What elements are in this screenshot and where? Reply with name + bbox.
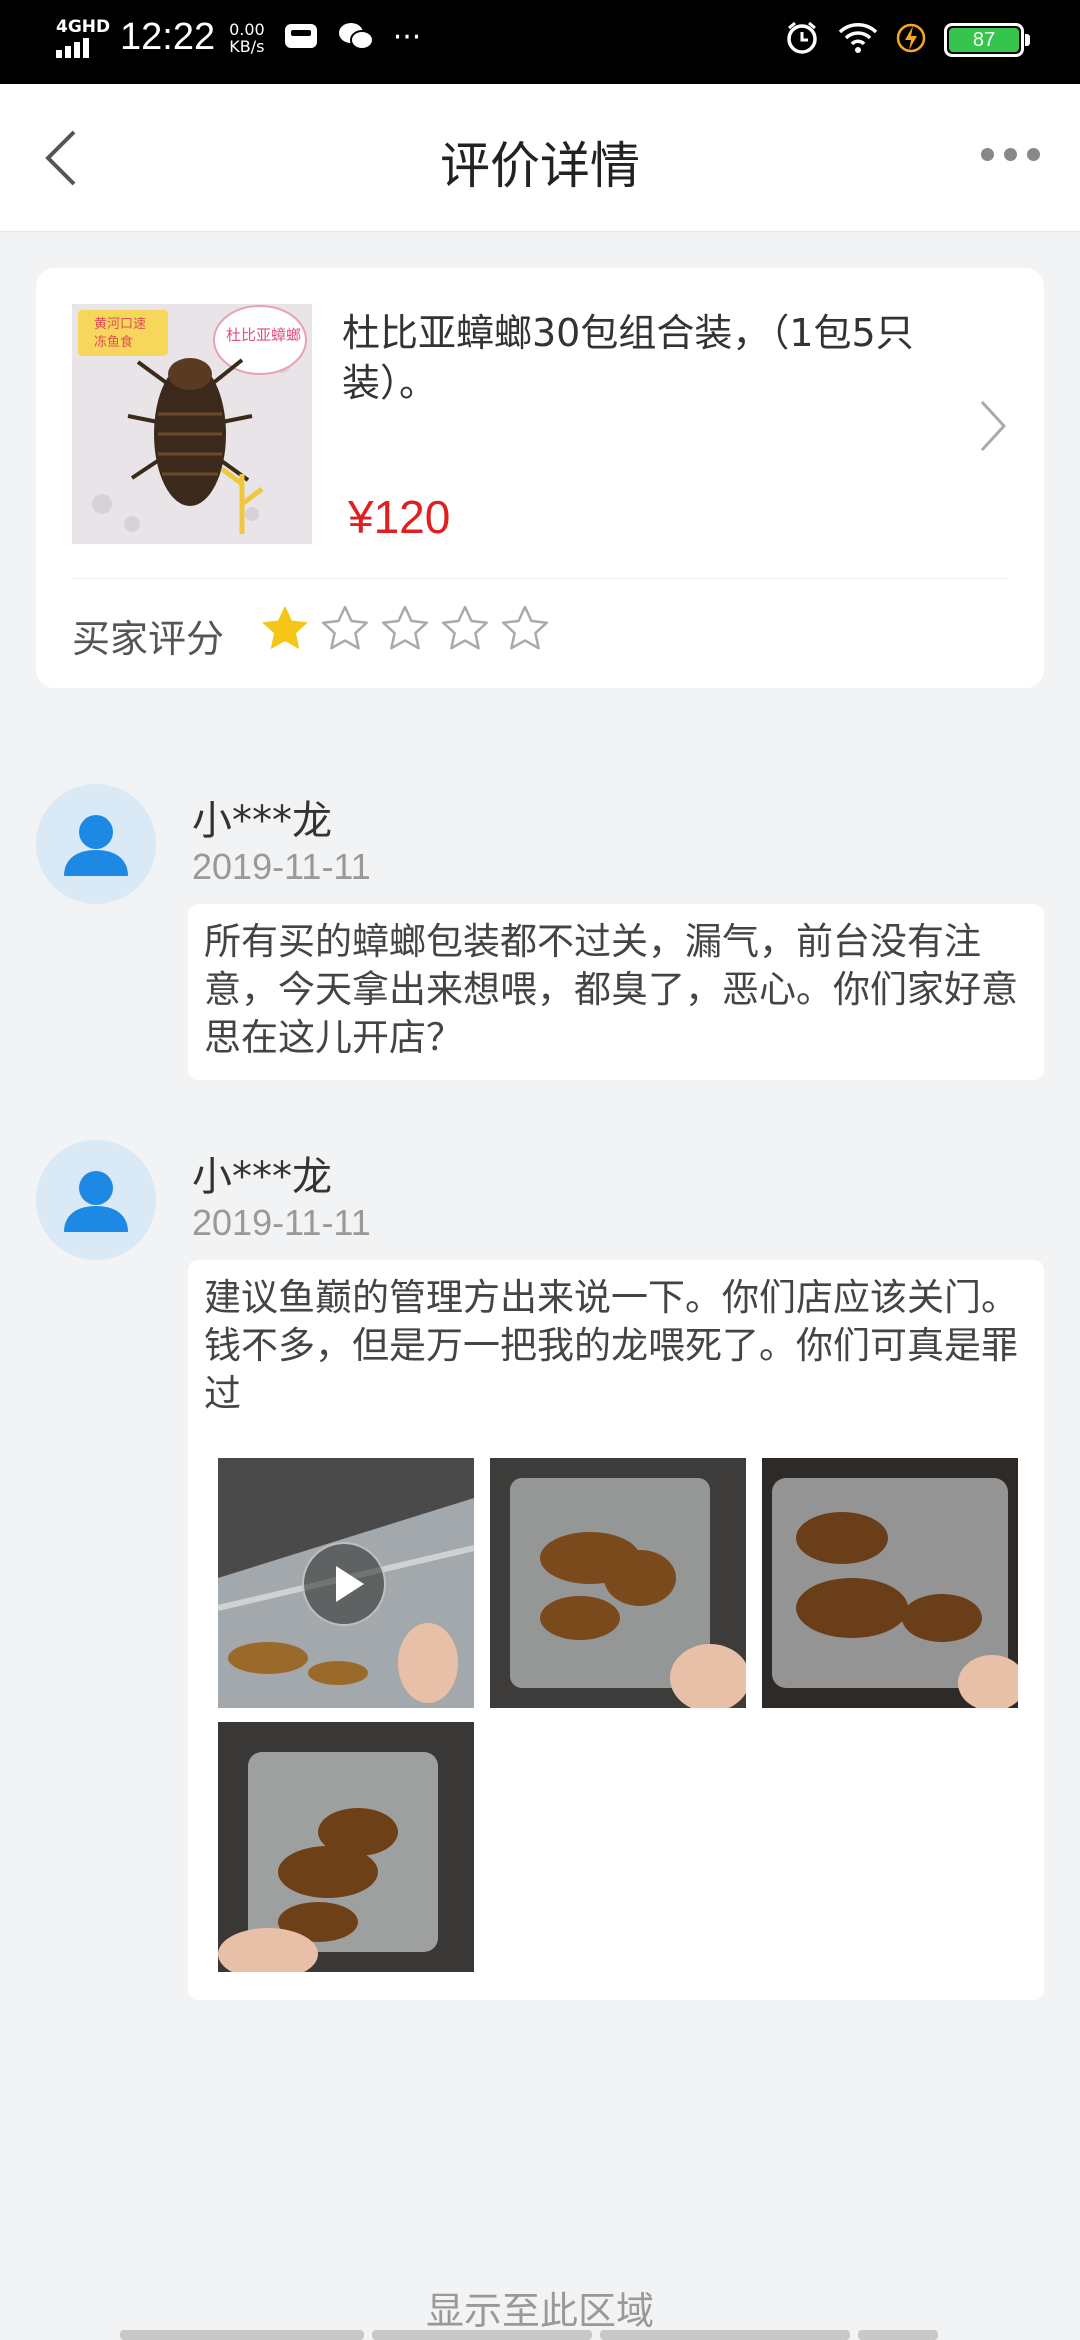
wifi-icon — [838, 22, 878, 58]
battery-level: 87 — [949, 28, 1019, 52]
user-icon — [64, 1171, 128, 1232]
page-title: 评价详情 — [440, 137, 640, 195]
bottom-indicator — [120, 2330, 938, 2340]
nav-header: 评价详情 — [0, 84, 1080, 232]
review-date: 2019-11-11 — [192, 846, 371, 887]
status-bar: 4GHD 12:22 0.00 KB/s ··· 87 — [0, 0, 1080, 84]
review-content: 所有买的蟑螂包装都不过关，漏气，前台没有注意，今天拿出来想喂，都臭了，恶心。你们… — [188, 904, 1044, 1080]
alarm-icon — [784, 20, 820, 60]
product-image-tag-top: 黄河口速 — [94, 317, 146, 332]
wechat-icon — [337, 20, 375, 56]
review-image-thumb[interactable] — [762, 1458, 1018, 1708]
divider — [72, 578, 1008, 579]
chevron-right-icon — [980, 400, 1007, 452]
star-filled-icon — [262, 606, 308, 649]
review-media-grid — [204, 1458, 1028, 1972]
review-text: 建议鱼巅的管理方出来说一下。你们店应该关门。钱不多，但是万一把我的龙喂死了。你们… — [204, 1276, 1018, 1415]
more-notifications-icon: ··· — [392, 20, 422, 55]
status-time: 12:22 — [120, 16, 216, 58]
footer-note: 显示至此区域 — [425, 2289, 654, 2333]
review-video-thumb[interactable] — [218, 1458, 474, 1708]
charging-icon — [896, 21, 926, 59]
network-speed-unit: KB/s — [229, 36, 265, 56]
review-image-thumb[interactable] — [490, 1458, 746, 1708]
network-speed-value: 0.00 — [229, 19, 265, 39]
battery-icon: 87 — [944, 23, 1030, 57]
product-price: ¥120 — [348, 491, 451, 543]
user-icon — [64, 815, 128, 876]
signal-icon — [56, 37, 106, 58]
network-speed: 0.00 KB/s — [229, 21, 265, 55]
app-notification-icon — [283, 20, 319, 56]
play-icon[interactable] — [302, 1542, 386, 1626]
avatar — [36, 784, 156, 904]
product-detail-arrow[interactable] — [978, 398, 1008, 454]
dot-icon — [1027, 148, 1040, 161]
product-image-tag-bottom: 冻鱼食 — [94, 334, 133, 350]
network-type: 4GHD — [56, 16, 111, 37]
avatar — [36, 1140, 156, 1260]
review-text: 所有买的蟑螂包装都不过关，漏气，前台没有注意，今天拿出来想喂，都臭了，恶心。你们… — [204, 920, 1018, 1059]
review-username: 小***龙 — [192, 1154, 332, 1200]
star-empty-icon — [321, 605, 369, 650]
star-empty-icon — [441, 605, 489, 650]
review-username: 小***龙 — [192, 798, 332, 844]
network-indicator: 4GHD — [56, 16, 111, 58]
star-empty-icon — [501, 605, 549, 650]
review-image-thumb[interactable] — [218, 1722, 474, 1972]
dot-icon — [981, 148, 994, 161]
dot-icon — [1004, 148, 1017, 161]
review-content: 建议鱼巅的管理方出来说一下。你们店应该关门。钱不多，但是万一把我的龙喂死了。你们… — [188, 1260, 1044, 2000]
product-image-bubble: 杜比亚蟑螂 — [226, 326, 301, 344]
product-card[interactable]: 黄河口速 冻鱼食 杜比亚蟑螂 杜比亚蟑螂30包组合装，（1包5只装）。 ¥120… — [36, 268, 1044, 688]
product-name: 杜比亚蟑螂30包组合装，（1包5只装）。 — [342, 311, 914, 405]
star-empty-icon — [381, 605, 429, 650]
rating-stars — [260, 604, 550, 654]
review-date: 2019-11-11 — [192, 1202, 371, 1243]
more-options-button[interactable] — [981, 148, 1040, 161]
product-image: 黄河口速 冻鱼食 杜比亚蟑螂 — [72, 304, 312, 544]
rating-label: 买家评分 — [72, 617, 225, 661]
